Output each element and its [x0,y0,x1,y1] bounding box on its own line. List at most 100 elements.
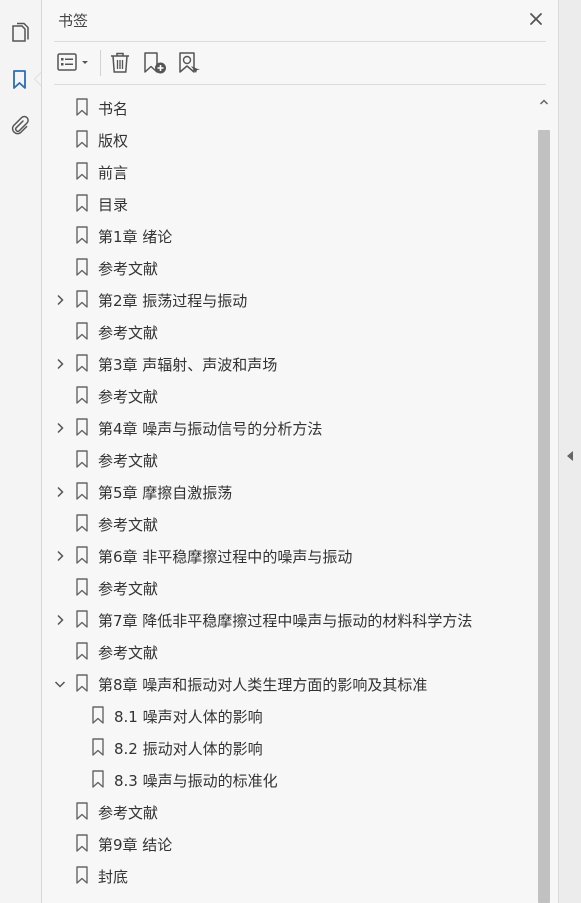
bookmark-label: 参考文献 [98,644,159,662]
bookmark-label: 目录 [98,196,129,214]
bookmark-item[interactable]: 目录 [42,187,536,219]
bookmark-item-icon [76,354,88,372]
bookmark-item-icon [92,770,104,788]
pages-icon[interactable] [8,22,32,46]
bookmark-label: 参考文献 [98,580,159,598]
chevron-right-icon[interactable] [53,484,67,498]
bookmark-item-icon [76,290,88,308]
bookmark-item-icon [76,674,88,692]
bookmark-item[interactable]: 参考文献 [42,571,536,603]
bookmark-item-icon [92,738,104,756]
bookmark-label: 封底 [98,868,129,886]
scroll-up-button[interactable] [536,92,552,112]
bookmark-item[interactable]: 参考文献 [42,379,536,411]
bookmark-item-icon [76,834,88,852]
bookmark-label: 第5章 摩擦自激振荡 [98,484,233,502]
bookmark-label: 前言 [98,164,129,182]
bookmark-item-icon [76,578,88,596]
bookmark-item-icon [76,610,88,628]
bookmark-toolbar [42,42,558,84]
new-bookmark-icon[interactable] [142,50,168,76]
bookmark-item-icon [76,162,88,180]
bookmark-item-icon [76,482,88,500]
bookmark-item[interactable]: 第3章 声辐射、声波和声场 [42,347,536,379]
bookmark-label: 封面 [98,85,128,87]
bookmark-item-icon [76,514,88,532]
bookmark-item[interactable]: 书名 [42,91,536,123]
bookmark-item-icon [92,706,104,724]
bookmark-label: 参考文献 [98,324,159,342]
chevron-right-icon[interactable] [53,356,67,370]
bookmark-label: 参考文献 [98,260,159,278]
bookmark-item[interactable]: 第9章 结论 [42,827,536,859]
vertical-scrollbar[interactable] [536,92,552,903]
bookmark-item-icon [76,322,88,340]
bookmark-item[interactable]: 第1章 绪论 [42,219,536,251]
bookmark-item[interactable]: 第5章 摩擦自激振荡 [42,475,536,507]
bookmark-label: 书名 [98,100,129,118]
bookmark-label: 参考文献 [98,452,159,470]
bookmark-label: 参考文献 [98,388,159,406]
chevron-up-icon [539,99,549,105]
bookmark-item[interactable]: 参考文献 [42,635,536,667]
bookmark-item[interactable]: 第7章 降低非平稳摩擦过程中噪声与振动的材料科学方法 [42,603,536,635]
bookmark-item-icon [76,802,88,820]
bookmark-item[interactable]: 第4章 噪声与振动信号的分析方法 [42,411,536,443]
bookmark-item[interactable]: 参考文献 [42,315,536,347]
chevron-right-icon[interactable] [53,548,67,562]
bookmark-item[interactable]: 8.3 噪声与振动的标准化 [42,763,536,795]
bookmark-item[interactable]: 参考文献 [42,507,536,539]
close-icon[interactable] [526,9,546,29]
options-menu-button[interactable] [56,50,94,76]
scroll-thumb[interactable] [538,130,550,903]
panel-splitter[interactable] [558,0,581,903]
bookmark-item[interactable]: 第6章 非平稳摩擦过程中的噪声与振动 [42,539,536,571]
bookmark-item[interactable]: 第2章 振荡过程与振动 [42,283,536,315]
bookmark-item-icon [76,418,88,436]
bookmark-label: 第8章 噪声和振动对人类生理方面的影响及其标准 [98,676,428,694]
bookmark-item[interactable]: 参考文献 [42,443,536,475]
options-menu-icon [57,53,77,71]
bookmark-label: 第4章 噪声与振动信号的分析方法 [98,420,323,438]
bookmark-label: 第7章 降低非平稳摩擦过程中噪声与振动的材料科学方法 [98,612,473,630]
bookmark-item[interactable]: 参考文献 [42,251,536,283]
collapse-arrow-icon[interactable] [567,451,573,461]
bookmark-label: 第6章 非平稳摩擦过程中的噪声与振动 [98,548,353,566]
bookmark-item[interactable]: 参考文献 [42,795,536,827]
chevron-down-icon[interactable] [53,676,67,690]
chevron-down-icon [82,61,88,64]
bookmark-label: 第9章 结论 [98,836,173,854]
bookmarks-panel: 书签 书名 版权 前言 目录 第1章 绪论 参考文献 第2章 振荡过程与振动 参… [42,0,558,903]
bookmark-item-icon [76,386,88,404]
bookmark-search-icon[interactable] [177,50,203,76]
bookmark-item[interactable]: 8.2 振动对人体的影响 [42,731,536,763]
bookmark-item-icon [76,130,88,148]
bookmark-item-icon [76,866,88,884]
bookmark-label: 8.3 噪声与振动的标准化 [114,772,278,790]
bookmark-item-icon [76,258,88,276]
bookmark-tree: 封面书名版权前言目录第1章 绪论参考文献第2章 振荡过程与振动参考文献第3章 声… [42,85,536,903]
bookmark-item-icon [76,194,88,212]
bookmark-item-icon [76,226,88,244]
chevron-right-icon[interactable] [53,612,67,626]
bookmark-item[interactable]: 前言 [42,155,536,187]
panel-header: 书签 [42,0,558,41]
chevron-right-icon[interactable] [53,292,67,306]
bookmark-label: 参考文献 [98,804,159,822]
chevron-right-icon[interactable] [53,420,67,434]
panel-title: 书签 [58,12,89,30]
attachment-icon[interactable] [8,114,32,138]
bookmark-item[interactable]: 封底 [42,859,536,891]
bookmark-label: 第3章 声辐射、声波和声场 [98,356,278,374]
bookmark-item[interactable]: 第8章 噪声和振动对人类生理方面的影响及其标准 [42,667,536,699]
bookmark-item-icon [76,642,88,660]
active-tab-pointer [34,72,41,86]
left-rail [0,0,42,903]
bookmark-item-icon [76,546,88,564]
delete-icon[interactable] [108,50,132,76]
bookmark-list: 封面书名版权前言目录第1章 绪论参考文献第2章 振荡过程与振动参考文献第3章 声… [42,85,536,891]
bookmark-icon[interactable] [8,68,32,92]
bookmark-item[interactable]: 版权 [42,123,536,155]
bookmark-item[interactable]: 8.1 噪声对人体的影响 [42,699,536,731]
bookmark-item-icon [76,98,88,116]
